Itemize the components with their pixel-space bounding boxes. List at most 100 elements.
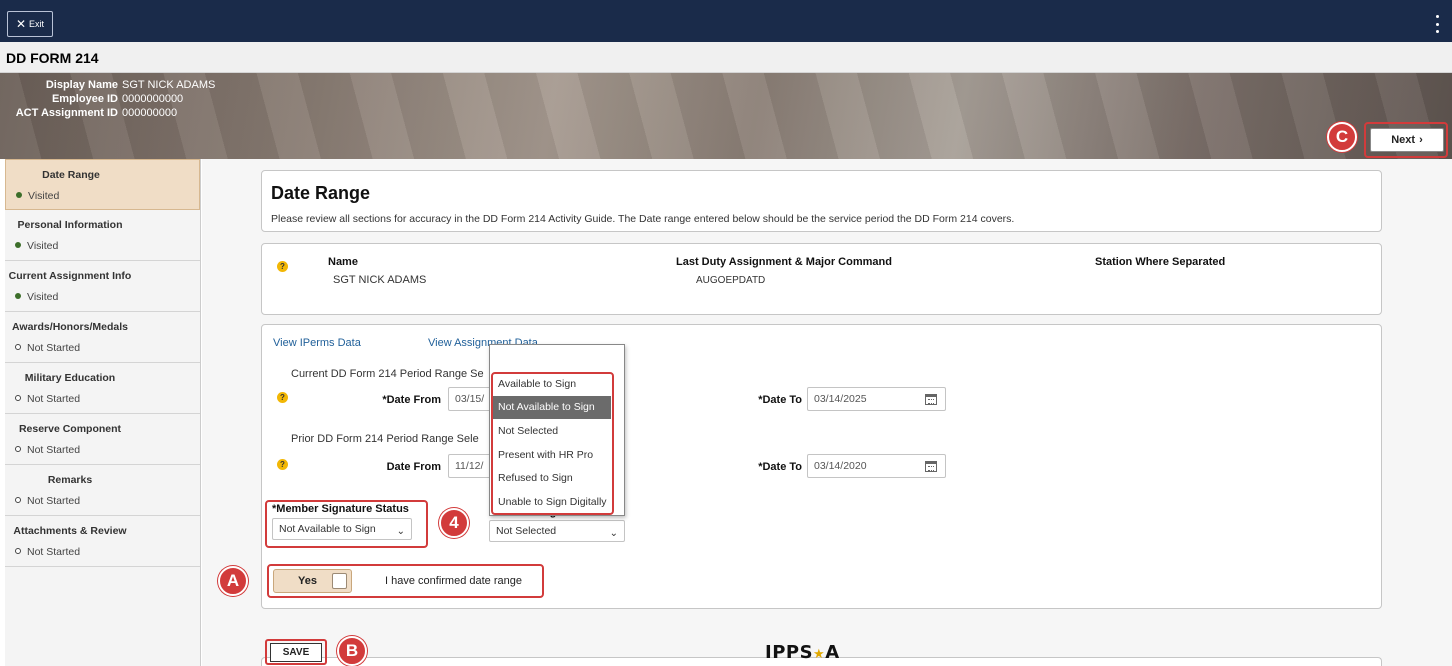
current-date-to-value: 03/14/2025 [814,393,867,405]
current-date-from-input[interactable]: 03/15/ [448,387,492,411]
not-started-status-icon [15,497,21,503]
summary-card: ? Name SGT NICK ADAMS Last Duty Assignme… [261,243,1382,315]
current-date-to-input[interactable]: 03/14/2025 [807,387,946,411]
chevron-down-icon: ⌄ [609,528,618,539]
callout-badge-4: 4 [439,508,469,538]
callout-badge-b: B [337,636,367,666]
step-sidebar: Date Range Visited Personal Information … [5,159,201,666]
page-header-card: Date Range Please review all sections fo… [261,170,1382,232]
not-started-status-icon [15,548,21,554]
act-assignment-value: 000000000 [122,107,178,119]
member-signature-2-value: Not Selected [496,525,557,537]
employee-info: Display Name SGT NICK ADAMS Employee ID 00… [6,78,216,120]
sidebar-item-label: Reserve Component [18,423,122,435]
employee-id-label: Employee ID [51,93,118,105]
prior-date-from-label: Date From [386,461,441,473]
header-banner: Display Name SGT NICK ADAMS Employee ID 00… [0,73,1452,159]
act-assignment-label: ACT Assignment ID [15,107,118,119]
toggle-knob [332,573,347,589]
section-title: Date Range [271,183,371,203]
prior-period-heading: Prior DD Form 214 Period Range Sele [291,433,479,445]
more-options-icon[interactable] [1434,15,1440,33]
sidebar-item-label: Personal Information [17,219,123,231]
display-name-label: Display Name [45,79,118,91]
sidebar-item-status: Not Started [27,546,81,558]
signature-status-dropdown: Available to Sign Not Available to Sign … [489,344,625,516]
visited-status-icon [16,192,22,198]
callout-badge-c: C [1327,122,1357,152]
sidebar-item-label: Remarks [47,474,93,486]
sidebar-item-status: Not Started [27,495,81,507]
prior-date-from-input[interactable]: 11/12/ [448,454,492,478]
logo-text-right: A [825,642,840,663]
sidebar-item-label: Awards/Honors/Medals [12,321,128,333]
station-header: Station Where Separated [1095,256,1226,268]
display-name-value: SGT NICK ADAMS [122,79,216,91]
current-period-heading: Current DD Form 214 Period Range Se [291,368,484,380]
employee-id-value: 0000000000 [122,93,184,105]
sidebar-item-current-assignment[interactable]: Current Assignment Info Visited [5,261,200,312]
member-signature-2-select[interactable]: Not Selected ⌄ [489,520,625,542]
logo-text-left: IPPS [765,642,814,663]
main-content: Date Range Please review all sections fo… [202,159,1452,666]
sidebar-item-status: Visited [27,240,59,252]
sidebar-item-label: Attachments & Review [13,525,127,537]
sidebar-item-status: Visited [27,291,59,303]
current-date-from-label: *Date From [382,394,441,406]
close-icon: ✕ [15,17,27,31]
help-icon[interactable]: ? [277,459,288,470]
toggle-label: Yes [298,575,317,587]
chevron-right-icon: › [1419,134,1423,146]
sidebar-item-remarks[interactable]: Remarks Not Started [5,465,200,516]
help-icon[interactable]: ? [277,392,288,403]
visited-status-icon [15,242,21,248]
name-value: SGT NICK ADAMS [333,274,427,286]
member-signature-select[interactable]: Not Available to Sign ⌄ [272,518,412,540]
sidebar-item-personal-information[interactable]: Personal Information Visited [5,210,200,261]
sidebar-item-reserve-component[interactable]: Reserve Component Not Started [5,414,200,465]
member-signature-label: *Member Signature Status [272,503,409,515]
sidebar-item-status: Not Started [27,342,81,354]
calendar-icon[interactable] [925,394,937,405]
sidebar-item-label: Military Education [24,372,116,384]
top-bar: ✕ Exit [0,0,1452,42]
title-bar: DD FORM 214 [0,42,1452,73]
sidebar-item-date-range[interactable]: Date Range Visited [5,159,200,210]
sidebar-item-awards[interactable]: Awards/Honors/Medals Not Started [5,312,200,363]
name-header: Name [328,256,358,268]
exit-button[interactable]: ✕ Exit [7,11,53,37]
duty-assignment-value: AUGOEPDATD [696,275,766,286]
sidebar-item-status: Not Started [27,444,81,456]
ippsa-logo: IPPS★A [765,642,840,663]
prior-date-to-value: 03/14/2020 [814,460,867,472]
star-icon: ★ [813,647,826,662]
not-started-status-icon [15,395,21,401]
sidebar-item-military-education[interactable]: Military Education Not Started [5,363,200,414]
callout-badge-a: A [218,566,248,596]
sidebar-item-attachments-review[interactable]: Attachments & Review Not Started [5,516,200,567]
sidebar-item-status: Not Started [27,393,81,405]
chevron-down-icon: ⌄ [396,526,405,537]
confirm-text: I have confirmed date range [385,575,522,587]
page-title: DD FORM 214 [6,50,99,66]
save-button[interactable]: SAVE [270,643,322,662]
view-iperms-link[interactable]: View IPerms Data [273,337,361,349]
exit-label: Exit [29,19,45,29]
confirm-toggle[interactable]: Yes [273,569,352,593]
next-button[interactable]: Next › [1370,128,1444,152]
dropdown-callout-frame [491,372,614,515]
banner-background [0,73,1452,159]
not-started-status-icon [15,446,21,452]
help-icon[interactable]: ? [277,261,288,272]
prior-date-to-input[interactable]: 03/14/2020 [807,454,946,478]
sidebar-item-status: Visited [28,190,60,202]
duty-assignment-header: Last Duty Assignment & Major Command [676,256,892,268]
prior-date-to-label: *Date To [758,461,802,473]
section-description: Please review all sections for accuracy … [271,213,1015,225]
visited-status-icon [15,293,21,299]
next-label: Next [1391,134,1416,146]
member-signature-value: Not Available to Sign [279,523,376,535]
sidebar-item-label: Current Assignment Info [8,270,132,282]
calendar-icon[interactable] [925,461,937,472]
sidebar-item-label: Date Range [42,169,100,181]
